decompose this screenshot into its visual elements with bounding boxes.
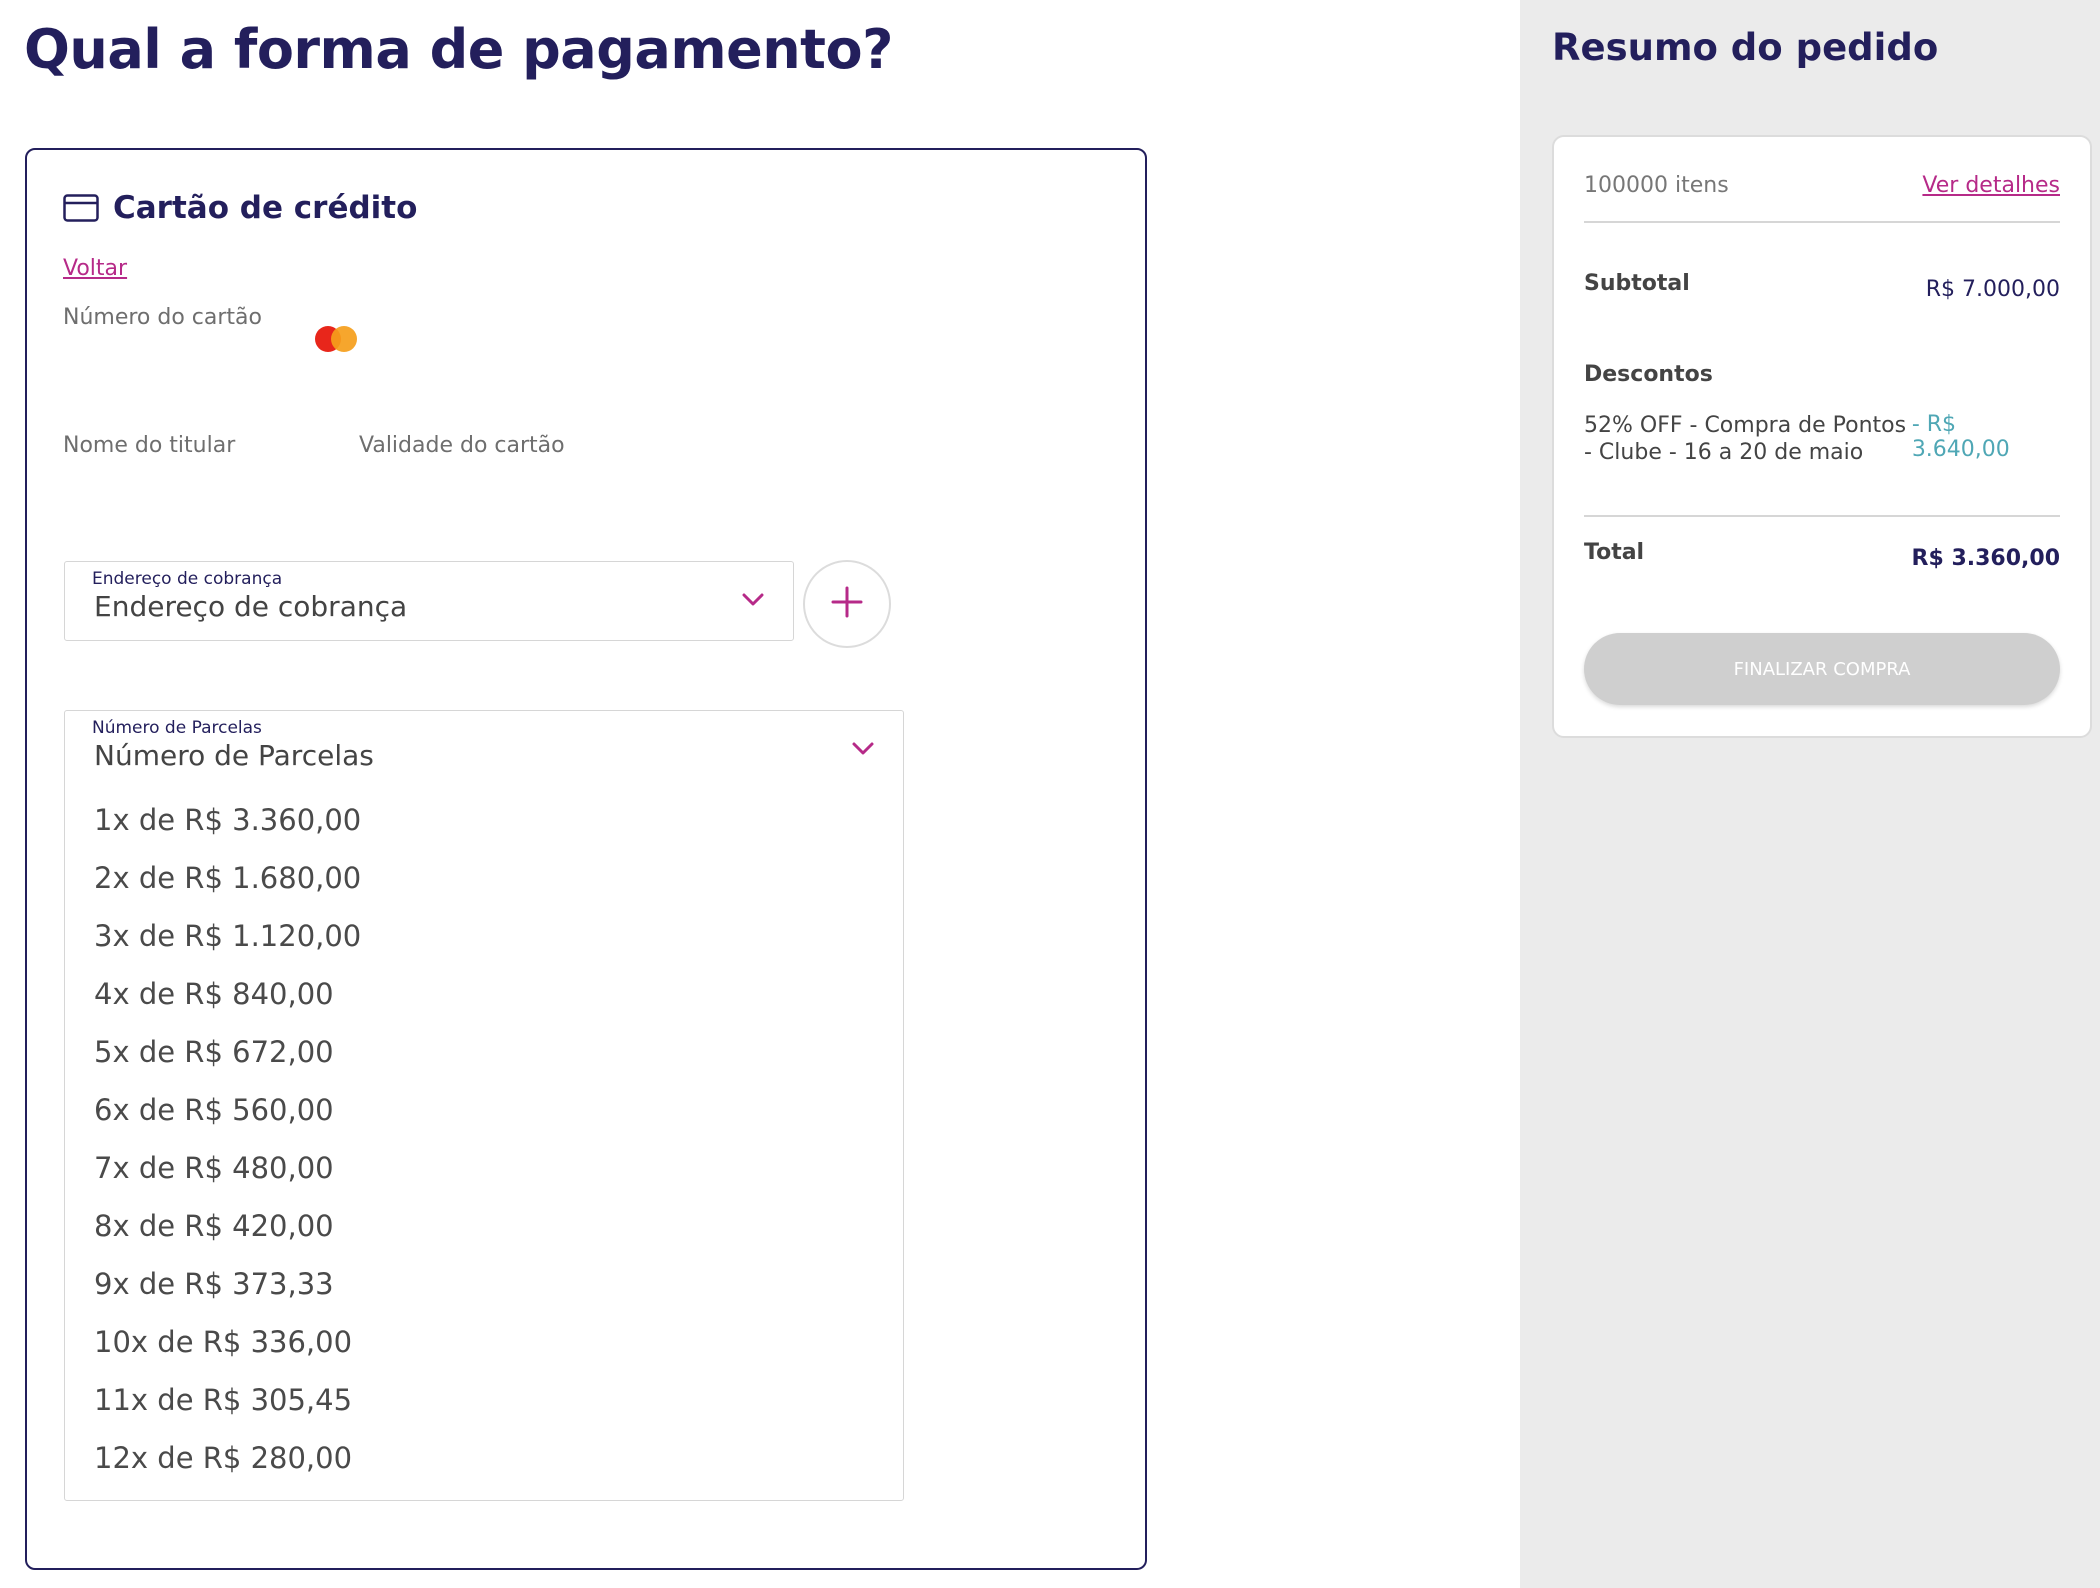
summary-title: Resumo do pedido [1552,26,1939,69]
plus-icon [831,586,863,622]
installments-select[interactable]: Número de Parcelas Número de Parcelas 1x… [64,710,904,1501]
mastercard-logo-icon [315,324,361,354]
billing-address-label: Endereço de cobrança [92,569,283,589]
discounts-header-row: Descontos [1584,362,2060,387]
installment-option-8[interactable]: 8x de R$ 420,00 [94,1197,361,1255]
divider [1584,515,2060,517]
billing-address-select[interactable]: Endereço de cobrança Endereço de cobranç… [64,561,794,641]
items-count: 100000 itens [1584,173,1729,198]
chevron-down-icon [741,592,765,612]
finish-purchase-button[interactable]: FINALIZAR COMPRA [1584,633,2060,705]
checkout-page: Qual a forma de pagamento? Cartão de cré… [0,0,2100,1588]
total-label: Total [1584,540,1645,565]
installment-option-1[interactable]: 1x de R$ 3.360,00 [94,791,361,849]
credit-card-icon [63,194,99,222]
installments-label: Número de Parcelas [92,718,262,738]
subtotal-value: R$ 7.000,00 [1925,277,2060,302]
installment-option-5[interactable]: 5x de R$ 672,00 [94,1023,361,1081]
discount-value: - R$ 3.640,00 [1911,412,2010,462]
installment-option-7[interactable]: 7x de R$ 480,00 [94,1139,361,1197]
back-link[interactable]: Voltar [63,256,127,281]
installment-option-10[interactable]: 10x de R$ 336,00 [94,1313,361,1371]
total-row: Total R$ 3.360,00 [1584,540,2060,571]
discount-description: 52% OFF - Compra de Pontos - Clube - 16 … [1584,413,1907,465]
total-value: R$ 3.360,00 [1911,546,2060,571]
holder-name-label: Nome do titular [63,433,236,458]
payment-section: Qual a forma de pagamento? Cartão de cré… [0,0,1520,1588]
subtotal-row: Subtotal R$ 7.000,00 [1584,271,2060,302]
discount-row: 52% OFF - Compra de Pontos - Clube - 16 … [1584,412,2060,466]
divider [1584,221,2060,223]
installment-option-11[interactable]: 11x de R$ 305,45 [94,1371,361,1429]
installment-option-9[interactable]: 9x de R$ 373,33 [94,1255,361,1313]
payment-method-title: Cartão de crédito [113,190,418,226]
installments-options-list: 1x de R$ 3.360,00 2x de R$ 1.680,00 3x d… [94,791,361,1487]
installment-option-3[interactable]: 3x de R$ 1.120,00 [94,907,361,965]
installment-option-12[interactable]: 12x de R$ 280,00 [94,1429,361,1487]
subtotal-label: Subtotal [1584,271,1690,296]
chevron-down-icon [851,741,875,761]
installments-value: Número de Parcelas [94,739,374,772]
payment-method-header: Cartão de crédito [63,190,417,226]
billing-address-value: Endereço de cobrança [94,590,408,623]
card-expiry-label: Validade do cartão [359,433,565,458]
installment-option-2[interactable]: 2x de R$ 1.680,00 [94,849,361,907]
summary-card: 100000 itens Ver detalhes Subtotal R$ 7.… [1552,135,2092,738]
items-row: 100000 itens Ver detalhes [1584,173,2060,198]
page-title: Qual a forma de pagamento? [24,18,893,81]
discounts-label: Descontos [1584,362,1713,387]
installment-option-6[interactable]: 6x de R$ 560,00 [94,1081,361,1139]
card-number-label: Número do cartão [63,305,262,330]
installment-option-4[interactable]: 4x de R$ 840,00 [94,965,361,1023]
payment-method-card: Cartão de crédito Voltar Número do cartã… [25,148,1147,1570]
order-summary-section: Resumo do pedido 100000 itens Ver detalh… [1520,0,2100,1588]
add-address-button[interactable] [803,560,891,648]
view-details-link[interactable]: Ver detalhes [1922,173,2060,198]
